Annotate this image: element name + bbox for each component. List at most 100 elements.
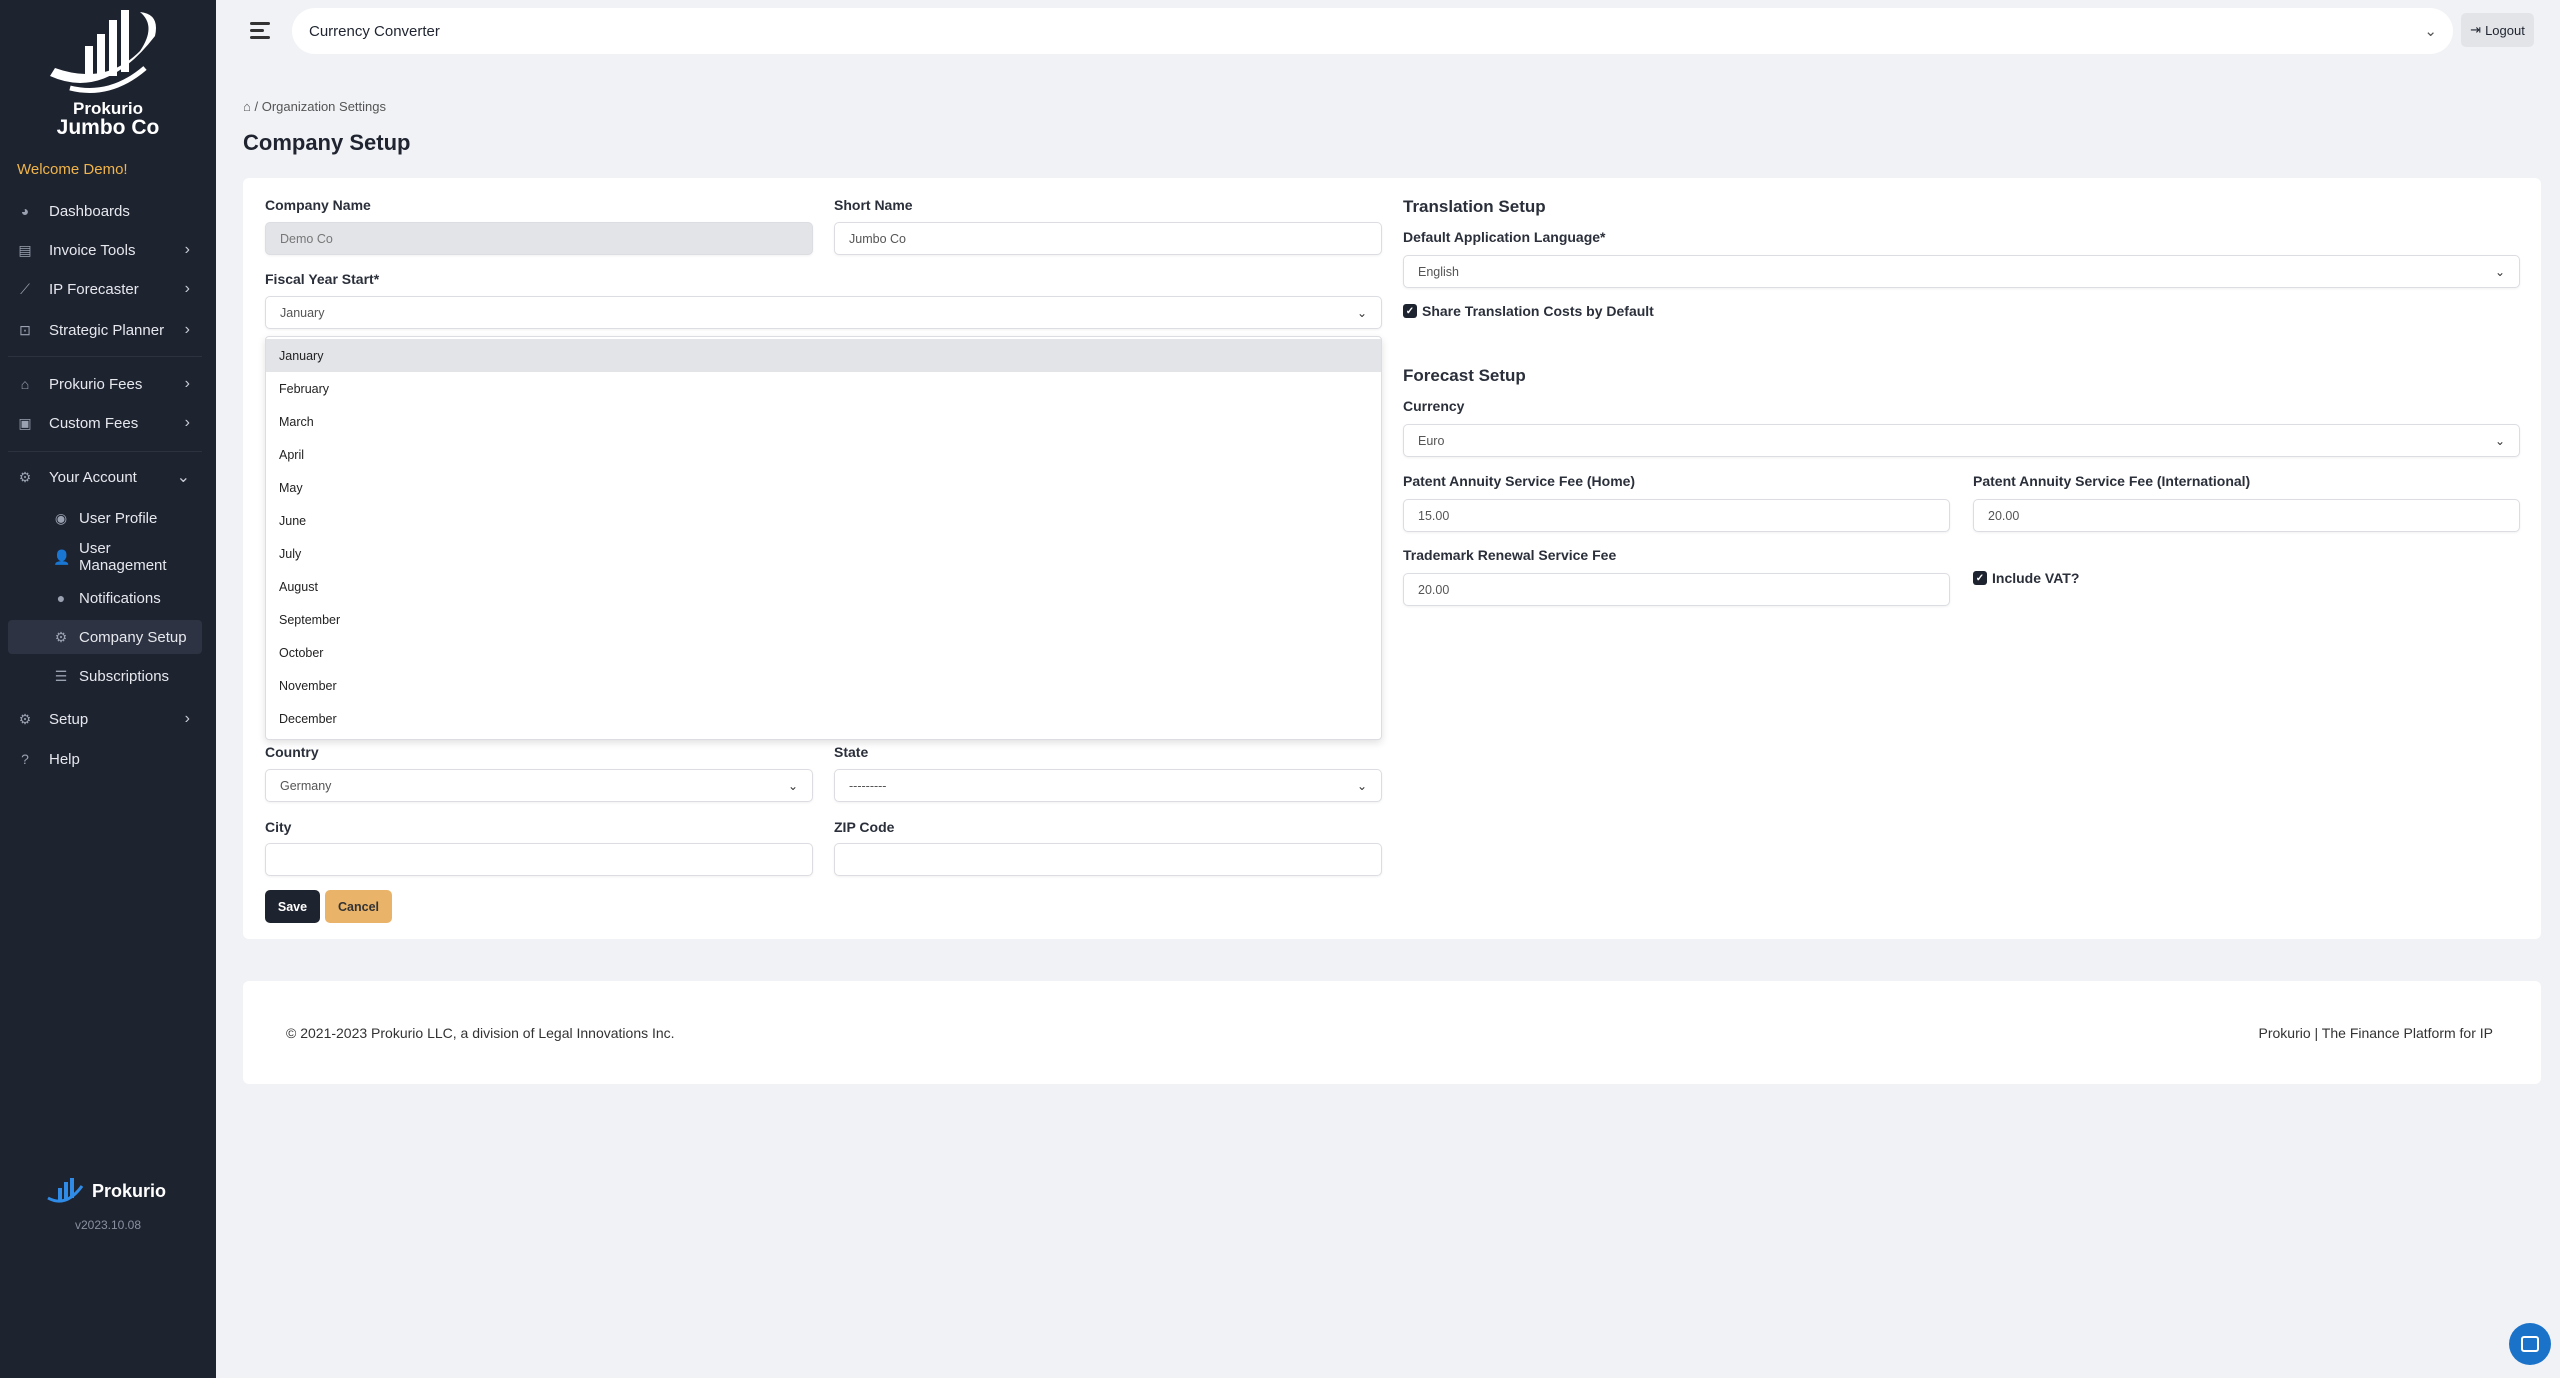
home-icon[interactable]: ⌂ <box>243 99 251 114</box>
checkbox-checked-icon: ✓ <box>1403 304 1417 318</box>
sidebar-item-notifications[interactable]: ● Notifications <box>8 581 202 615</box>
version: v2023.10.08 <box>74 1218 142 1232</box>
page-title: Company Setup <box>243 130 411 155</box>
fiscal-year-label: Fiscal Year Start* <box>265 271 380 287</box>
sidebar-item-setup[interactable]: ⚙ Setup › <box>8 702 202 736</box>
line-chart-icon: ⟋ <box>20 280 30 297</box>
bank-icon: ⌂ <box>20 376 30 392</box>
company-name-input[interactable]: Demo Co <box>265 222 813 255</box>
nav-label: Subscriptions <box>79 667 170 685</box>
nav-label: Your Account <box>49 468 137 486</box>
chevron-right-icon: › <box>184 321 190 338</box>
trademark-input[interactable]: 20.00 <box>1403 573 1950 606</box>
hamburger-menu-icon[interactable] <box>250 22 270 43</box>
month-option[interactable]: May <box>266 471 1381 504</box>
translation-setup-heading: Translation Setup <box>1403 197 1546 216</box>
divider <box>8 451 202 452</box>
sidebar-item-user-profile[interactable]: ◉ User Profile <box>8 501 202 535</box>
month-option[interactable]: September <box>266 603 1381 636</box>
month-option[interactable]: December <box>266 702 1381 735</box>
month-option[interactable]: June <box>266 504 1381 537</box>
month-option[interactable]: April <box>266 438 1381 471</box>
country-select[interactable]: Germany ⌄ <box>265 769 813 802</box>
currency-select[interactable]: Euro ⌄ <box>1403 424 2520 457</box>
sidebar-item-custom-fees[interactable]: ▣ Custom Fees › <box>8 406 202 440</box>
custom-fees-icon: ▣ <box>18 414 32 431</box>
nav-label: Notifications <box>79 589 161 607</box>
trademark-label: Trademark Renewal Service Fee <box>1403 547 1617 563</box>
chevron-right-icon: › <box>184 241 190 258</box>
city-input[interactable] <box>265 843 813 876</box>
sidebar-item-strategic-planner[interactable]: ⊡ Strategic Planner › <box>8 313 202 347</box>
state-select[interactable]: --------- ⌄ <box>834 769 1382 802</box>
nav-label: User Management <box>79 540 167 574</box>
patent-intl-label: Patent Annuity Service Fee (Internationa… <box>1973 473 2251 489</box>
user-circle-icon: ◉ <box>54 509 68 526</box>
divider <box>8 356 202 357</box>
save-button[interactable]: Save <box>265 890 320 923</box>
language-select[interactable]: English ⌄ <box>1403 255 2520 288</box>
chat-icon <box>2521 1336 2539 1352</box>
patent-home-input[interactable]: 15.00 <box>1403 499 1950 532</box>
forecast-setup-heading: Forecast Setup <box>1403 366 1526 385</box>
cancel-button[interactable]: Cancel <box>325 890 392 923</box>
chevron-down-icon: ⌄ <box>2494 433 2505 448</box>
checkbox-checked-icon: ✓ <box>1973 571 1987 585</box>
month-option[interactable]: March <box>266 405 1381 438</box>
month-option[interactable]: October <box>266 636 1381 669</box>
country-label: Country <box>265 744 319 760</box>
zip-input[interactable] <box>834 843 1382 876</box>
chevron-down-icon: ⌄ <box>2424 23 2437 40</box>
month-option[interactable]: January <box>266 339 1381 372</box>
short-name-input[interactable]: Jumbo Co <box>834 222 1382 255</box>
patent-home-label: Patent Annuity Service Fee (Home) <box>1403 473 1636 489</box>
planner-icon: ⊡ <box>19 321 31 338</box>
share-translation-costs-checkbox[interactable]: ✓ Share Translation Costs by Default <box>1403 303 1654 319</box>
logout-label: Logout <box>2485 22 2525 38</box>
sidebar-item-help[interactable]: ? Help <box>8 742 202 776</box>
gear-icon: ⚙ <box>54 628 68 645</box>
sidebar-item-subscriptions[interactable]: ☰ Subscriptions <box>8 659 202 693</box>
footer-brand-name: Prokurio <box>92 1180 167 1201</box>
sidebar-item-invoice-tools[interactable]: ▤ Invoice Tools › <box>8 233 202 267</box>
nav-label: Prokurio Fees <box>49 375 143 393</box>
month-option[interactable]: February <box>266 372 1381 405</box>
org-name: Jumbo Co <box>56 116 160 139</box>
logout-button[interactable]: ⇥ Logout <box>2461 13 2534 47</box>
nav-label: Help <box>49 750 80 768</box>
nav-label: User Profile <box>79 509 158 527</box>
sidebar-item-your-account[interactable]: ⚙ Your Account ⌄ <box>8 460 202 494</box>
checkbox-label: Share Translation Costs by Default <box>1422 303 1654 319</box>
month-option[interactable]: August <box>266 570 1381 603</box>
month-option[interactable]: July <box>266 537 1381 570</box>
fiscal-year-dropdown: January February March April May June Ju… <box>265 336 1382 740</box>
sidebar-item-user-management[interactable]: 👤 User Management <box>8 540 202 574</box>
footer-brand: Prokurio <box>46 1176 166 1206</box>
copyright: © 2021-2023 Prokurio LLC, a division of … <box>286 1025 675 1041</box>
company-name-label: Company Name <box>265 197 371 213</box>
chevron-down-icon: ⌄ <box>787 778 798 793</box>
zip-label: ZIP Code <box>834 819 895 835</box>
fiscal-year-select[interactable]: January ⌄ <box>265 296 1382 329</box>
sidebar-item-dashboards[interactable]: ◕ Dashboards <box>8 194 202 228</box>
currency-converter-select[interactable]: Currency Converter ⌄ <box>292 8 2453 54</box>
sidebar-item-ip-forecaster[interactable]: ⟋ IP Forecaster › <box>8 272 202 306</box>
breadcrumb: ⌂ / Organization Settings <box>243 99 386 114</box>
list-icon: ☰ <box>54 667 68 684</box>
sidebar-item-prokurio-fees[interactable]: ⌂ Prokurio Fees › <box>8 367 202 401</box>
chat-button[interactable] <box>2509 1323 2551 1365</box>
sidebar-item-company-setup[interactable]: ⚙ Company Setup <box>8 620 202 654</box>
month-option[interactable]: November <box>266 669 1381 702</box>
prokurio-logo-icon <box>50 10 156 93</box>
language-label: Default Application Language* <box>1403 229 1606 245</box>
nav-label: Custom Fees <box>49 414 139 432</box>
invoice-icon: ▤ <box>18 241 32 258</box>
include-vat-checkbox[interactable]: ✓ Include VAT? <box>1973 570 2079 586</box>
state-label: State <box>834 744 869 760</box>
city-label: City <box>265 819 292 835</box>
prokurio-logo-icon <box>47 1178 84 1203</box>
chevron-down-icon: ⌄ <box>2494 264 2505 279</box>
select-value: January <box>280 305 325 320</box>
patent-intl-input[interactable]: 20.00 <box>1973 499 2520 532</box>
short-name-label: Short Name <box>834 197 913 213</box>
